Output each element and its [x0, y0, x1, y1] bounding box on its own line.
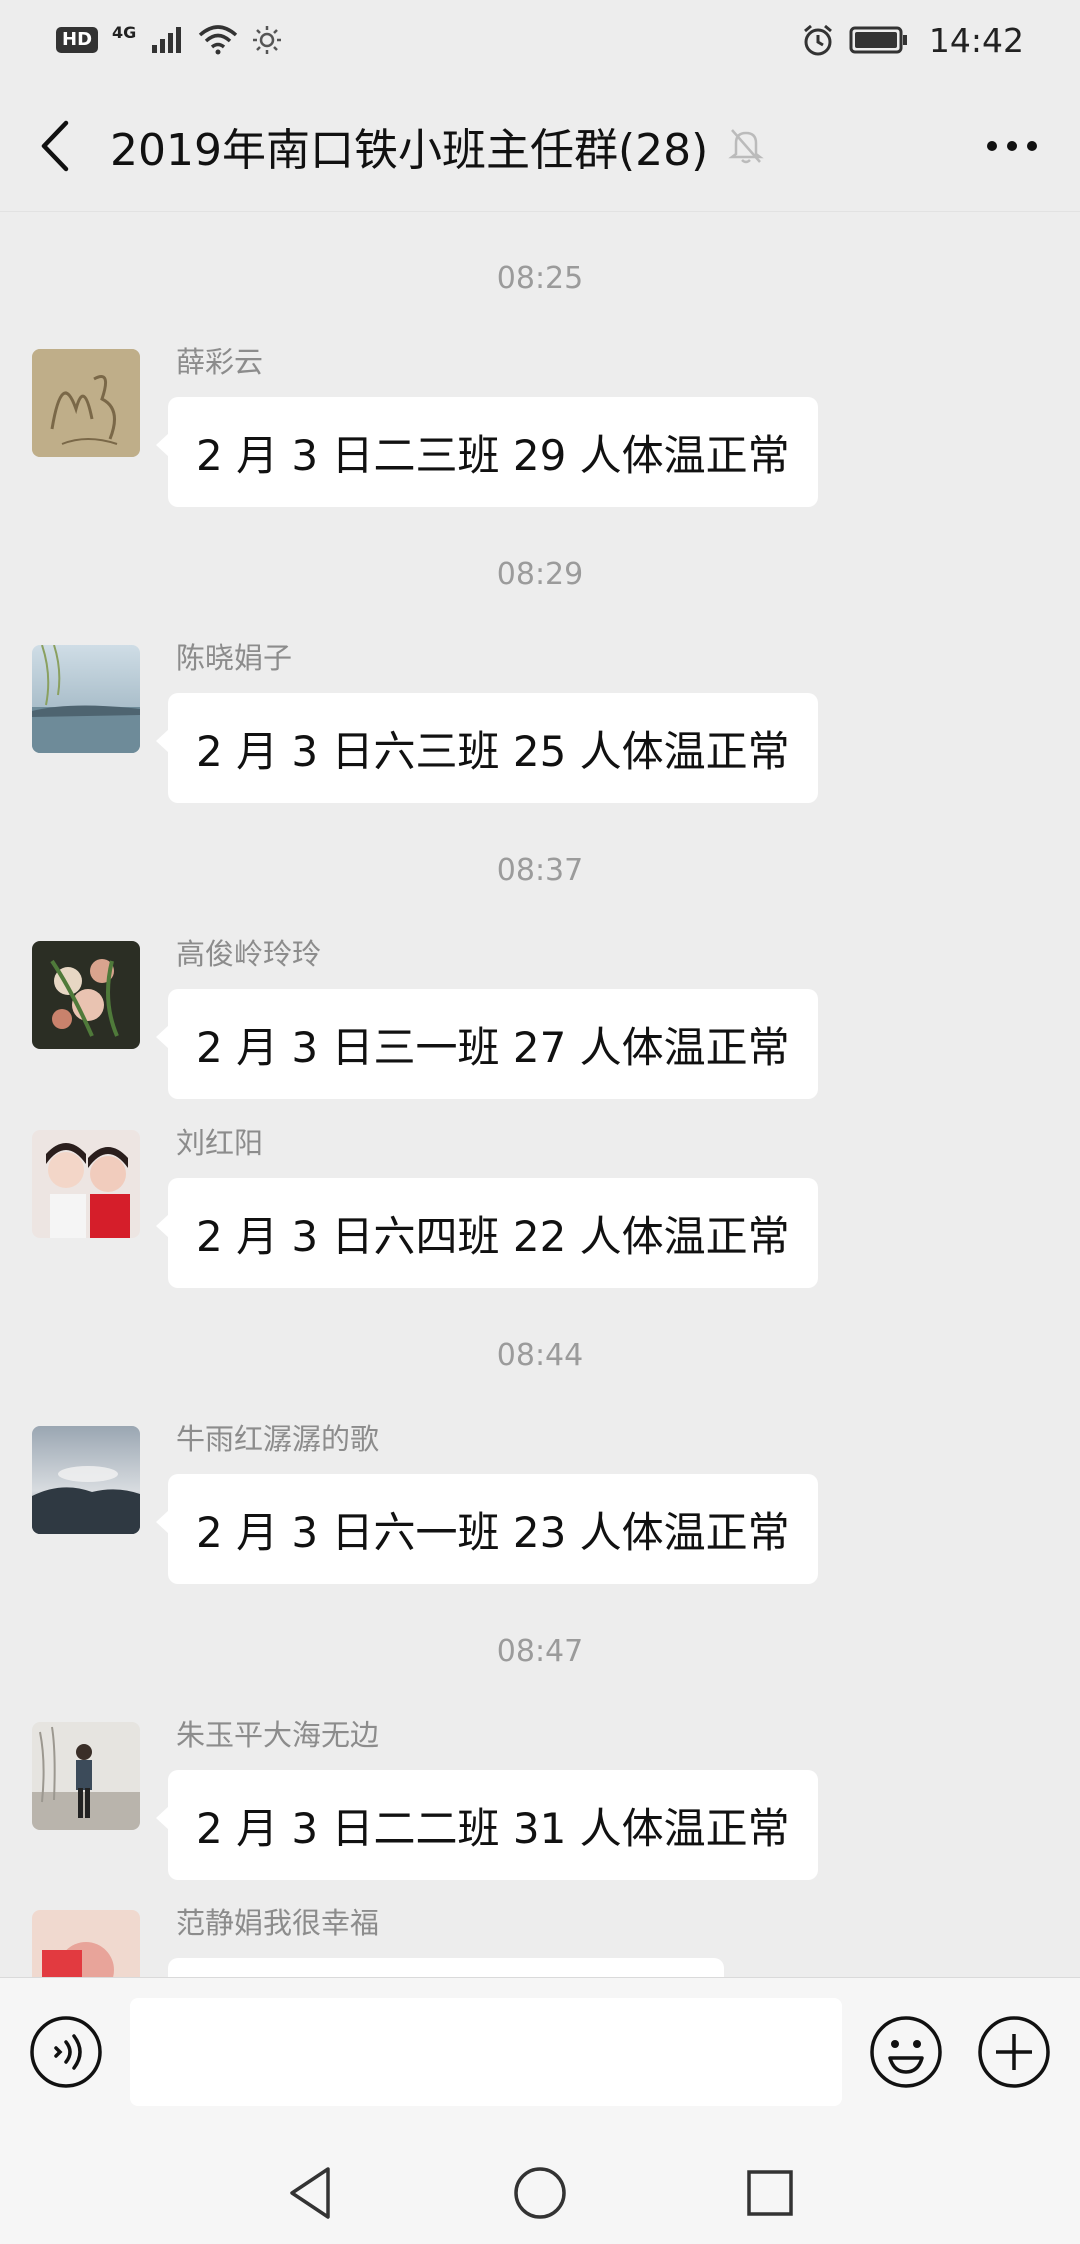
hd-badge: HD: [56, 27, 99, 53]
avatar[interactable]: [32, 1910, 140, 1977]
wifi-icon: [199, 25, 238, 55]
signal-icon: [152, 27, 182, 53]
avatar[interactable]: [32, 1426, 140, 1534]
battery-icon: [849, 26, 907, 54]
nav-recents-button[interactable]: [740, 2163, 800, 2223]
square-recents-icon: [747, 2170, 793, 2216]
back-button[interactable]: [0, 80, 110, 212]
status-left: HD 4G: [56, 22, 282, 55]
alarm-icon: [803, 24, 832, 56]
voice-icon: [30, 2016, 102, 2088]
emoji-icon: [870, 2016, 942, 2088]
message-bubble[interactable]: 2 月 3 日三一班 27 人体温正常: [156, 989, 818, 1099]
timestamp: 08:29: [496, 557, 584, 592]
sender-name: 牛雨红潺潺的歌: [176, 1422, 380, 1456]
message-bubble[interactable]: 2 月 3 日六三班 25 人体温正常: [156, 693, 818, 803]
mute-indicator: [728, 126, 765, 166]
sender-name: 刘红阳: [176, 1126, 264, 1160]
voice-button[interactable]: [28, 2014, 104, 2090]
brightness-icon: [253, 26, 282, 54]
network-type: 4G: [112, 22, 137, 42]
chevron-left-icon: [41, 120, 69, 171]
sender-name: 高俊岭玲玲: [176, 937, 322, 971]
message-input[interactable]: [130, 1998, 842, 2106]
avatar[interactable]: [32, 1130, 140, 1238]
message-bubble[interactable]: 2 月 3 日六四班 22 人体温正常: [156, 1178, 818, 1288]
message-bubble[interactable]: [168, 1958, 724, 1977]
more-button[interactable]: [980, 118, 1044, 174]
status-right: 14:42: [801, 21, 1024, 60]
bell-off-icon: [728, 128, 765, 163]
page-title: 2019年南口铁小班主任群(28): [110, 124, 709, 176]
message-bubble[interactable]: 2 月 3 日六一班 23 人体温正常: [156, 1474, 818, 1584]
input-bar: [0, 1977, 1080, 2133]
avatar[interactable]: [32, 941, 140, 1049]
avatar[interactable]: [32, 645, 140, 753]
message-bubble[interactable]: 2 月 3 日二二班 31 人体温正常: [156, 1770, 818, 1880]
avatar[interactable]: [32, 349, 140, 457]
timestamp: 08:44: [496, 1338, 584, 1373]
triangle-back-icon: [290, 2167, 330, 2219]
sender-name: 薛彩云: [176, 345, 264, 379]
emoji-button[interactable]: [868, 2014, 944, 2090]
timestamp: 08:25: [496, 261, 584, 296]
status-bar: HD 4G 14:42: [0, 0, 1080, 80]
plus-icon: [978, 2016, 1050, 2088]
timestamp: 08:47: [496, 1634, 584, 1669]
status-time: 14:42: [928, 20, 1024, 60]
circle-home-icon: [514, 2167, 566, 2219]
sender-name: 朱玉平大海无边: [176, 1718, 380, 1752]
avatar[interactable]: [32, 1722, 140, 1830]
sender-name: 陈晓娟子: [176, 641, 293, 675]
more-icon: [987, 141, 1037, 151]
message-list[interactable]: 08:25 薛彩云 2 月 3 日二三班 29 人体温正常 08:29 陈晓娟子…: [0, 213, 1080, 1977]
system-nav-bar: [0, 2133, 1080, 2244]
message-bubble[interactable]: 2 月 3 日二三班 29 人体温正常: [156, 397, 818, 507]
chat-header: 2019年南口铁小班主任群(28): [0, 80, 1080, 212]
sender-name: 范静娟我很幸福: [176, 1906, 380, 1940]
nav-home-button[interactable]: [510, 2163, 570, 2223]
more-actions-button[interactable]: [976, 2014, 1052, 2090]
nav-back-button[interactable]: [280, 2163, 340, 2223]
timestamp: 08:37: [496, 853, 584, 888]
